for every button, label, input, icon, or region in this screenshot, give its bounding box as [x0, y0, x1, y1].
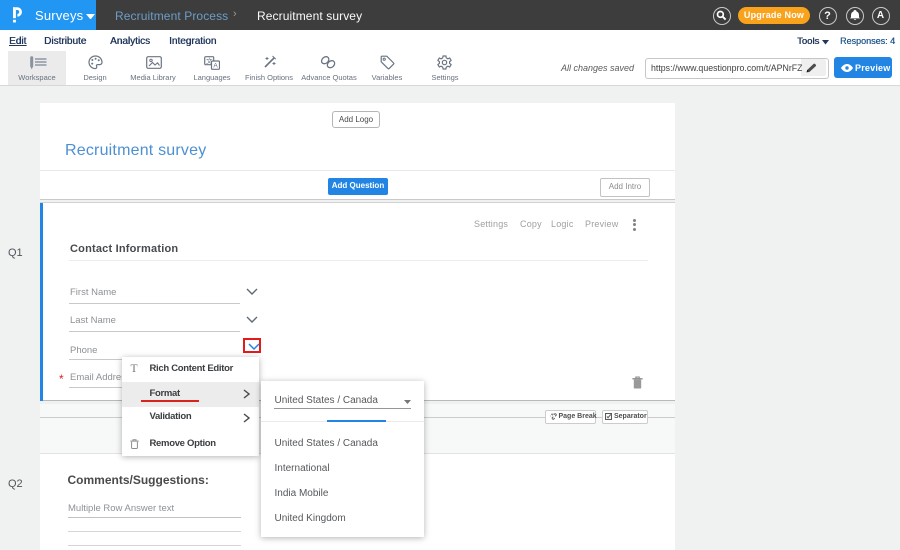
svg-text:A: A	[213, 63, 218, 70]
